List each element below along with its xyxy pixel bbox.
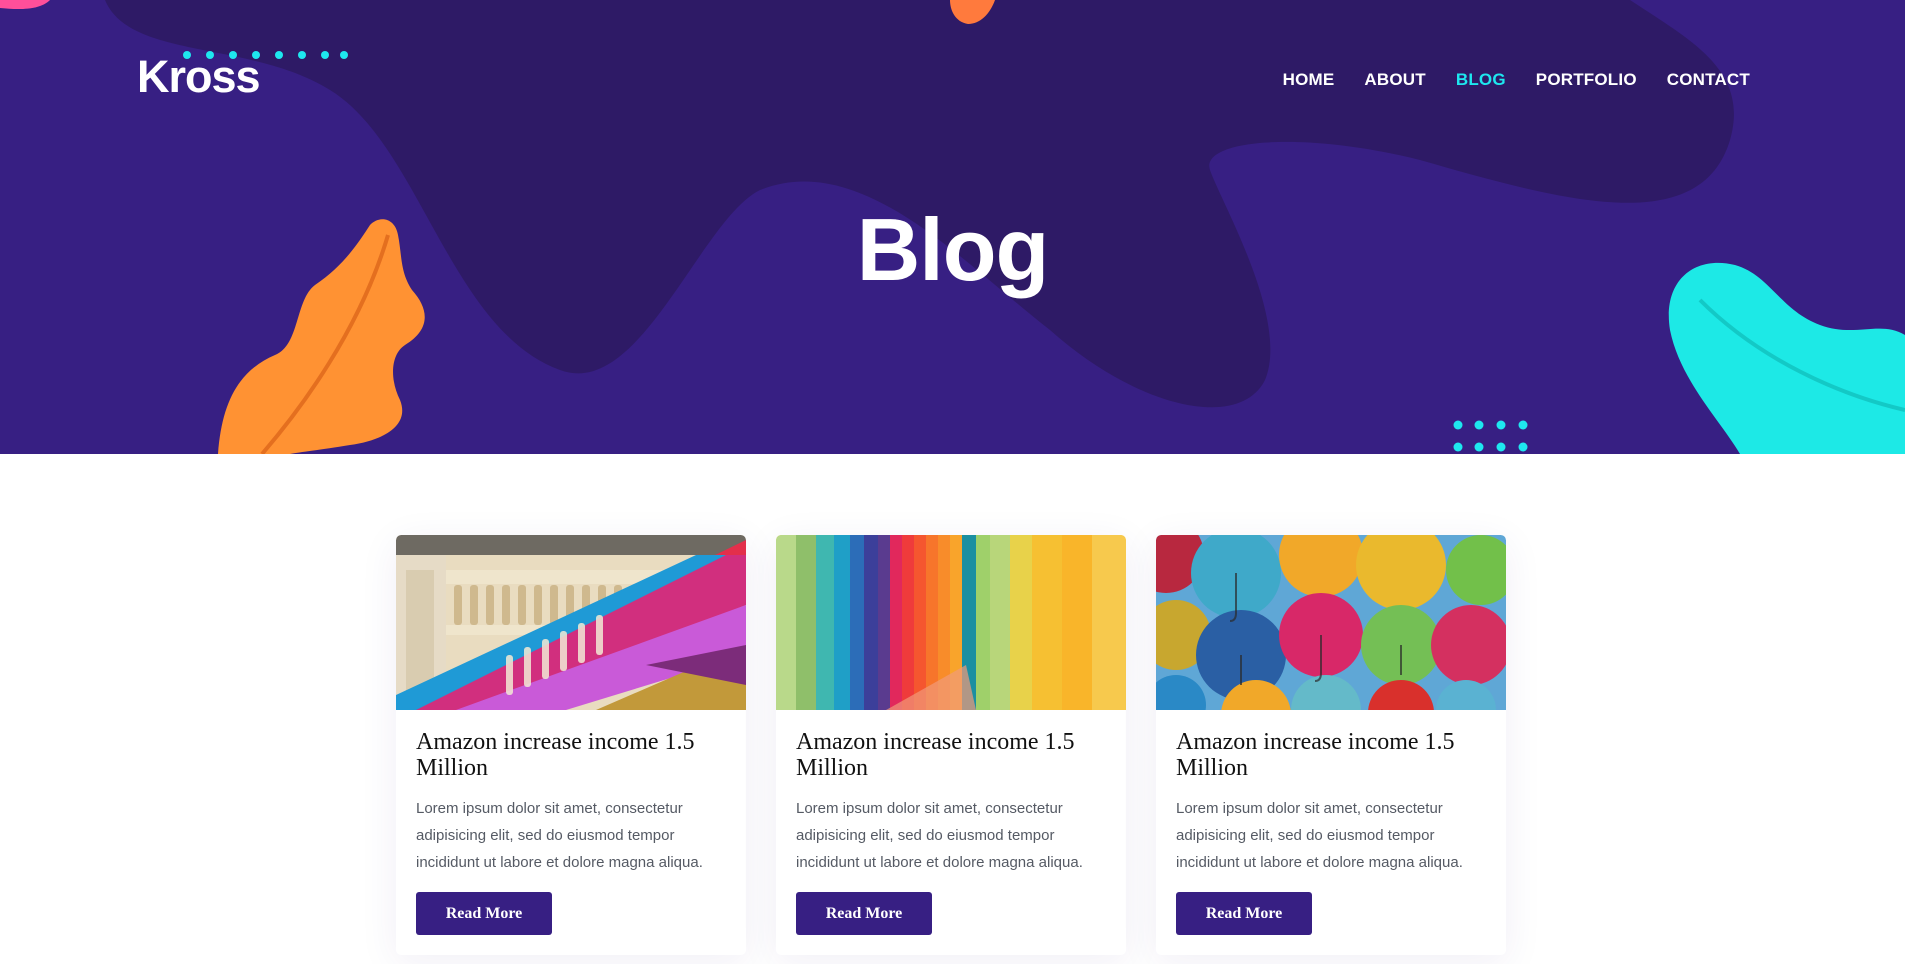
nav-item-about[interactable]: ABOUT	[1364, 68, 1425, 92]
read-more-button[interactable]: Read More	[796, 892, 932, 935]
post-image-corridor[interactable]	[776, 535, 1126, 710]
read-more-button[interactable]: Read More	[416, 892, 552, 935]
nav-item-portfolio[interactable]: PORTFOLIO	[1536, 68, 1637, 92]
post-card-body: Amazon increase income 1.5 Million Lorem…	[396, 710, 746, 935]
nav-item-contact[interactable]: CONTACT	[1667, 68, 1750, 92]
blog-post-card: Amazon increase income 1.5 Million Lorem…	[396, 535, 746, 955]
nav-item-home[interactable]: HOME	[1283, 68, 1335, 92]
nav-item-blog[interactable]: BLOG	[1456, 68, 1506, 92]
post-excerpt: Lorem ipsum dolor sit amet, consectetur …	[796, 800, 1083, 871]
main-nav: HOME ABOUT BLOG PORTFOLIO CONTACT	[1283, 68, 1750, 92]
post-card-body: Amazon increase income 1.5 Million Lorem…	[776, 710, 1126, 935]
page-title: Blog	[856, 200, 1050, 299]
post-title[interactable]: Amazon increase income 1.5 Million	[796, 729, 1106, 781]
post-title[interactable]: Amazon increase income 1.5 Million	[416, 729, 726, 781]
post-card-body: Amazon increase income 1.5 Million Lorem…	[1156, 710, 1506, 935]
read-more-button[interactable]: Read More	[1176, 892, 1312, 935]
post-title[interactable]: Amazon increase income 1.5 Million	[1176, 729, 1486, 781]
umbrella-shapes	[1156, 535, 1506, 710]
site-logo[interactable]: Kross	[137, 50, 261, 104]
blog-post-card: Amazon increase income 1.5 Million Lorem…	[776, 535, 1126, 955]
post-excerpt: Lorem ipsum dolor sit amet, consectetur …	[416, 800, 703, 871]
post-excerpt: Lorem ipsum dolor sit amet, consectetur …	[1176, 800, 1463, 871]
post-image-umbrellas[interactable]	[1156, 535, 1506, 710]
decor-dots-grid	[1453, 420, 1528, 452]
hero-banner: Kross HOME ABOUT BLOG PORTFOLIO CONTACT …	[0, 0, 1905, 454]
pink-leaf-shape	[0, 0, 50, 10]
blog-post-list: Amazon increase income 1.5 Million Lorem…	[396, 535, 1507, 964]
post-image-staircase[interactable]	[396, 535, 746, 710]
blog-post-card: Amazon increase income 1.5 Million Lorem…	[1156, 535, 1506, 955]
